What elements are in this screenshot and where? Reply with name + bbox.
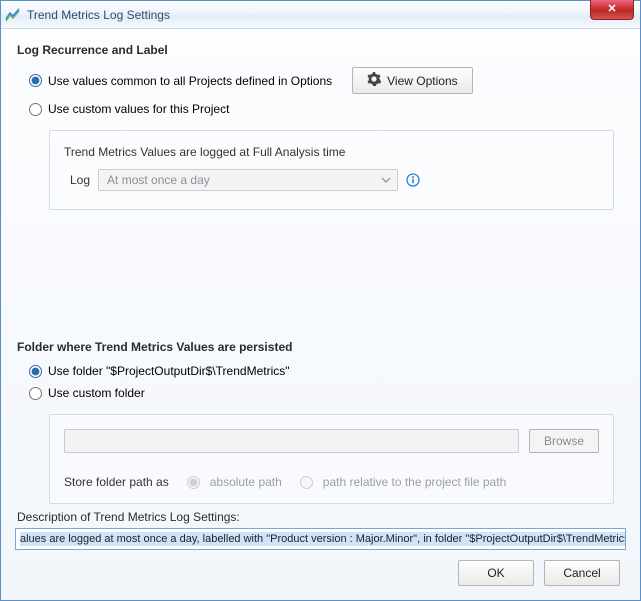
description-label: Description of Trend Metrics Log Setting… (17, 510, 626, 524)
radio-custom-folder[interactable] (29, 387, 42, 400)
close-icon: ✕ (607, 2, 616, 15)
radio-relative-path (300, 476, 313, 489)
folder-heading: Folder where Trend Metrics Values are pe… (17, 340, 626, 354)
radio-row-custom: Use custom values for this Project (29, 102, 626, 116)
radio-absolute-wrap: absolute path (187, 475, 282, 489)
radio-use-folder[interactable] (29, 365, 42, 378)
log-label: Log (70, 173, 90, 187)
radio-absolute-path (187, 476, 200, 489)
radio-absolute-label: absolute path (210, 475, 282, 489)
radio-common-label[interactable]: Use values common to all Projects define… (48, 74, 332, 88)
radio-common-values[interactable] (29, 74, 42, 87)
cancel-button[interactable]: Cancel (544, 560, 620, 586)
window-title: Trend Metrics Log Settings (27, 8, 170, 22)
log-groupbox-title: Trend Metrics Values are logged at Full … (64, 145, 599, 159)
store-path-label: Store folder path as (64, 475, 169, 489)
view-options-button[interactable]: View Options (352, 67, 472, 94)
app-icon (5, 7, 21, 23)
browse-button: Browse (529, 429, 599, 453)
chevron-down-icon (381, 174, 393, 186)
ok-label: OK (487, 566, 504, 580)
gear-icon (367, 72, 381, 89)
description-area: Description of Trend Metrics Log Setting… (15, 506, 626, 590)
cancel-label: Cancel (563, 566, 600, 580)
radio-custom-values[interactable] (29, 103, 42, 116)
view-options-label: View Options (387, 74, 457, 88)
log-combo-row: Log At most once a day (70, 169, 599, 191)
dialog-footer: OK Cancel (15, 550, 626, 590)
folder-path-row: Browse (64, 429, 599, 453)
log-frequency-combo[interactable]: At most once a day (98, 169, 398, 191)
close-button[interactable]: ✕ (590, 0, 634, 20)
description-input[interactable]: alues are logged at most once a day, lab… (15, 528, 626, 550)
folder-groupbox: Browse Store folder path as absolute pat… (49, 414, 614, 504)
dialog-window: Trend Metrics Log Settings ✕ Log Recurre… (0, 0, 641, 601)
content-area: Log Recurrence and Label Use values comm… (1, 29, 640, 600)
ok-button[interactable]: OK (458, 560, 534, 586)
info-icon[interactable] (406, 173, 420, 187)
radio-custom-label[interactable]: Use custom values for this Project (48, 102, 229, 116)
browse-label: Browse (544, 434, 584, 448)
log-frequency-value: At most once a day (107, 173, 210, 187)
log-groupbox: Trend Metrics Values are logged at Full … (49, 130, 614, 210)
store-row: Store folder path as absolute path path … (64, 475, 599, 489)
folder-path-input (64, 429, 519, 453)
recurrence-heading: Log Recurrence and Label (17, 43, 626, 57)
description-value: alues are logged at most once a day, lab… (20, 532, 626, 546)
radio-row-common: Use values common to all Projects define… (29, 67, 626, 94)
radio-relative-label: path relative to the project file path (323, 475, 506, 489)
radio-row-custom-folder: Use custom folder (29, 386, 626, 400)
radio-relative-wrap: path relative to the project file path (300, 475, 506, 489)
titlebar: Trend Metrics Log Settings ✕ (1, 1, 640, 29)
spacer (15, 210, 626, 340)
radio-use-folder-label[interactable]: Use folder "$ProjectOutputDir$\TrendMetr… (48, 364, 290, 378)
radio-row-use-folder: Use folder "$ProjectOutputDir$\TrendMetr… (29, 364, 626, 378)
radio-custom-folder-label[interactable]: Use custom folder (48, 386, 145, 400)
